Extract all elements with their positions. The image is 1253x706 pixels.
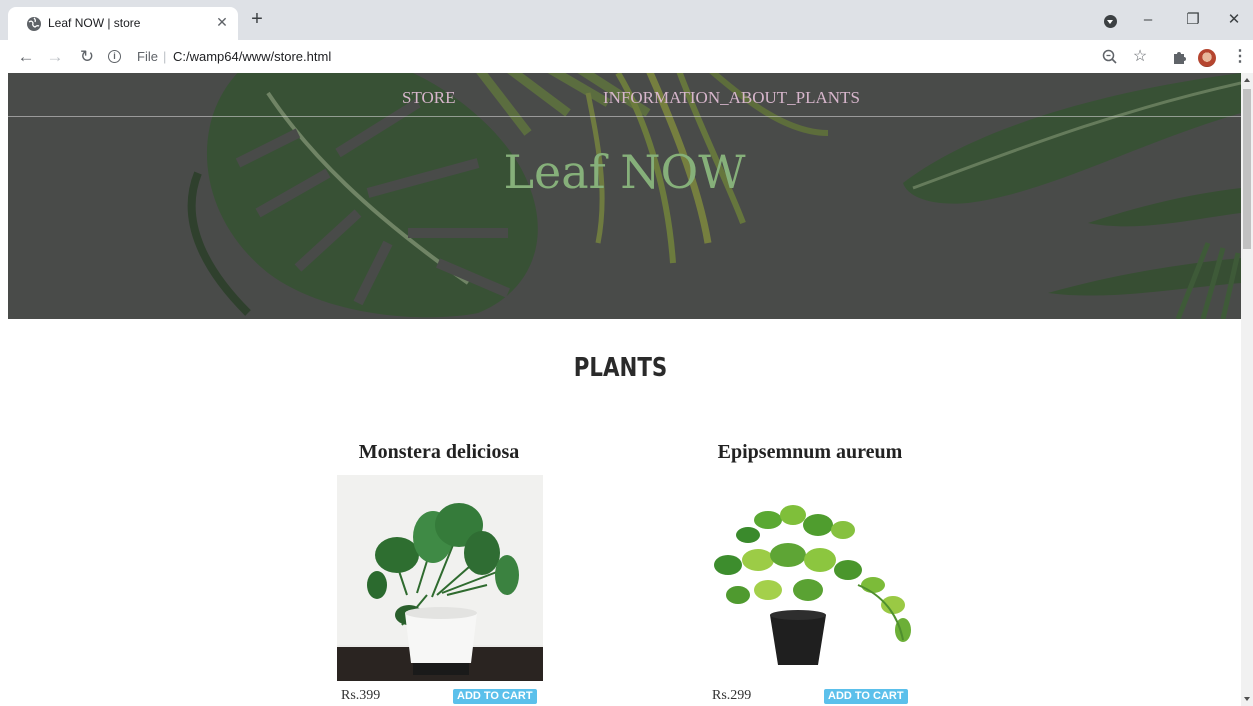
site-title: Leaf NOW <box>503 145 746 199</box>
url-text[interactable]: C:/wamp64/www/store.html <box>173 49 331 64</box>
url-separator: | <box>163 49 167 64</box>
product-image-epipremnum[interactable] <box>708 475 914 681</box>
add-to-cart-button[interactable]: ADD TO CART <box>453 689 537 704</box>
zoom-icon[interactable] <box>1099 46 1121 68</box>
address-bar[interactable]: i File | C:/wamp64/www/store.html <box>104 45 1164 69</box>
new-tab-button[interactable]: + <box>247 9 267 30</box>
product-name: Monstera deliciosa <box>358 441 520 463</box>
close-window-button[interactable]: ✕ <box>1222 8 1246 32</box>
kebab-menu-icon[interactable]: ⋮ <box>1229 46 1251 68</box>
chrome-menu-dropdown-icon[interactable] <box>1104 15 1117 28</box>
tab-close-icon[interactable]: ✕ <box>214 14 230 30</box>
restore-button[interactable]: ❐ <box>1181 8 1205 32</box>
hero-banner: STORE INFORMATION_ABOUT_PLANTS Leaf NOW <box>8 73 1241 319</box>
product-price: Rs.299 <box>712 688 752 703</box>
minimize-button[interactable]: – <box>1136 8 1160 32</box>
nav-link-information-about-plants[interactable]: INFORMATION_ABOUT_PLANTS <box>603 88 860 108</box>
product-image-monstera[interactable] <box>337 475 543 681</box>
add-to-cart-button[interactable]: ADD TO CART <box>824 689 908 704</box>
page-viewport: STORE INFORMATION_ABOUT_PLANTS Leaf NOW … <box>0 73 1241 706</box>
tab-title: Leaf NOW | store <box>48 16 141 30</box>
info-icon[interactable]: i <box>108 50 121 63</box>
product-name: Epipsemnum aureum <box>717 441 903 463</box>
scroll-down-arrow-icon[interactable] <box>1244 697 1250 701</box>
reload-icon[interactable]: ↻ <box>76 46 98 68</box>
profile-avatar[interactable] <box>1198 49 1216 67</box>
globe-icon <box>27 17 41 31</box>
scroll-thumb[interactable] <box>1243 89 1251 249</box>
url-scheme: File <box>137 49 158 64</box>
browser-toolbar: ← → ↻ i File | C:/wamp64/www/store.html … <box>0 40 1253 73</box>
back-arrow-icon[interactable]: ← <box>15 46 37 68</box>
forward-arrow-icon[interactable]: → <box>44 46 66 68</box>
page-scrollbar[interactable] <box>1241 73 1253 706</box>
product-price: Rs.399 <box>341 688 381 703</box>
nav-link-store[interactable]: STORE <box>402 88 456 108</box>
extensions-puzzle-icon[interactable] <box>1169 46 1191 68</box>
section-title: PLANTS <box>573 353 668 383</box>
browser-tab[interactable]: Leaf NOW | store ✕ <box>8 7 238 40</box>
site-nav: STORE INFORMATION_ABOUT_PLANTS <box>8 73 1241 117</box>
browser-tab-strip: Leaf NOW | store ✕ + – ❐ ✕ <box>0 0 1253 40</box>
bookmark-star-icon[interactable]: ☆ <box>1129 46 1151 68</box>
scroll-up-arrow-icon[interactable] <box>1244 78 1250 82</box>
